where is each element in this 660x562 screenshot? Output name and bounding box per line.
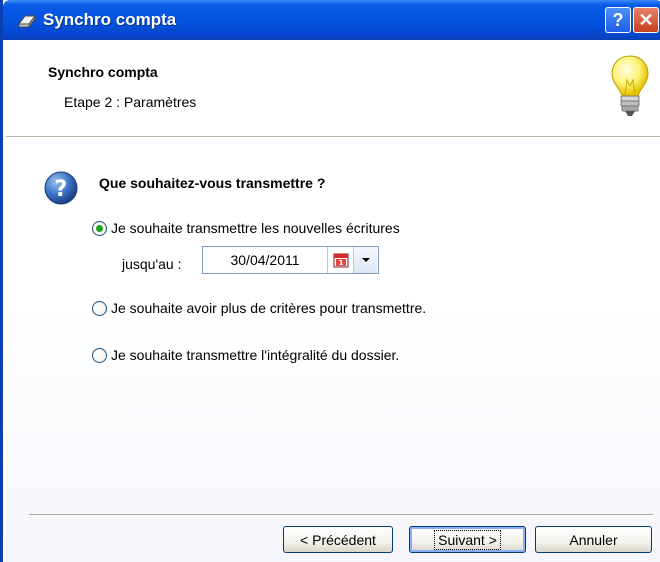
option-more-criteria[interactable]: Je souhaite avoir plus de critères pour … <box>92 298 426 318</box>
question-label: Que souhaitez-vous transmettre ? <box>99 175 326 191</box>
option-more-criteria-label: Je souhaite avoir plus de critères pour … <box>111 300 427 316</box>
option-new-entries-label: Je souhaite transmettre les nouvelles éc… <box>111 220 400 236</box>
radio-new-entries[interactable] <box>92 220 107 236</box>
step-subtitle: Etape 2 : Paramètres <box>64 94 197 110</box>
lightbulb-icon <box>611 55 649 116</box>
synchro-icon <box>18 14 36 29</box>
footer-divider <box>29 514 653 516</box>
date-field[interactable]: 30/04/2011 <box>203 247 327 273</box>
close-button[interactable]: ✕ <box>633 7 659 33</box>
next-button-label: Suivant > <box>434 529 501 550</box>
svg-text:1: 1 <box>338 259 343 267</box>
title-bar[interactable]: Synchro compta ? ✕ <box>3 0 660 40</box>
window-title: Synchro compta <box>43 10 177 29</box>
previous-button[interactable]: < Précédent <box>283 526 393 553</box>
date-picker[interactable]: 30/04/2011 1 <box>202 246 379 274</box>
chevron-down-icon[interactable] <box>353 247 377 273</box>
calendar-icon[interactable]: 1 <box>327 247 353 273</box>
svg-text:?: ? <box>55 177 68 202</box>
option-full-folder[interactable]: Je souhaite transmettre l'intégralité du… <box>92 345 399 365</box>
until-label: jusqu'au : <box>122 256 182 272</box>
header-title: Synchro compta <box>48 64 158 80</box>
next-button[interactable]: Suivant > <box>409 526 526 553</box>
wizard-body: ? Que souhaitez-vous transmettre ? Je so… <box>6 138 660 562</box>
radio-more-criteria[interactable] <box>92 300 107 316</box>
wizard-window: Synchro compta ? ✕ Synchro compta Etape … <box>0 0 660 562</box>
help-button[interactable]: ? <box>605 7 631 33</box>
radio-full-folder[interactable] <box>92 347 107 363</box>
wizard-header: Synchro compta Etape 2 : Paramètres <box>6 40 660 137</box>
cancel-button[interactable]: Annuler <box>535 526 652 553</box>
help-icon: ? <box>44 171 78 205</box>
option-full-folder-label: Je souhaite transmettre l'intégralité du… <box>111 347 400 363</box>
option-new-entries[interactable]: Je souhaite transmettre les nouvelles éc… <box>92 218 400 238</box>
